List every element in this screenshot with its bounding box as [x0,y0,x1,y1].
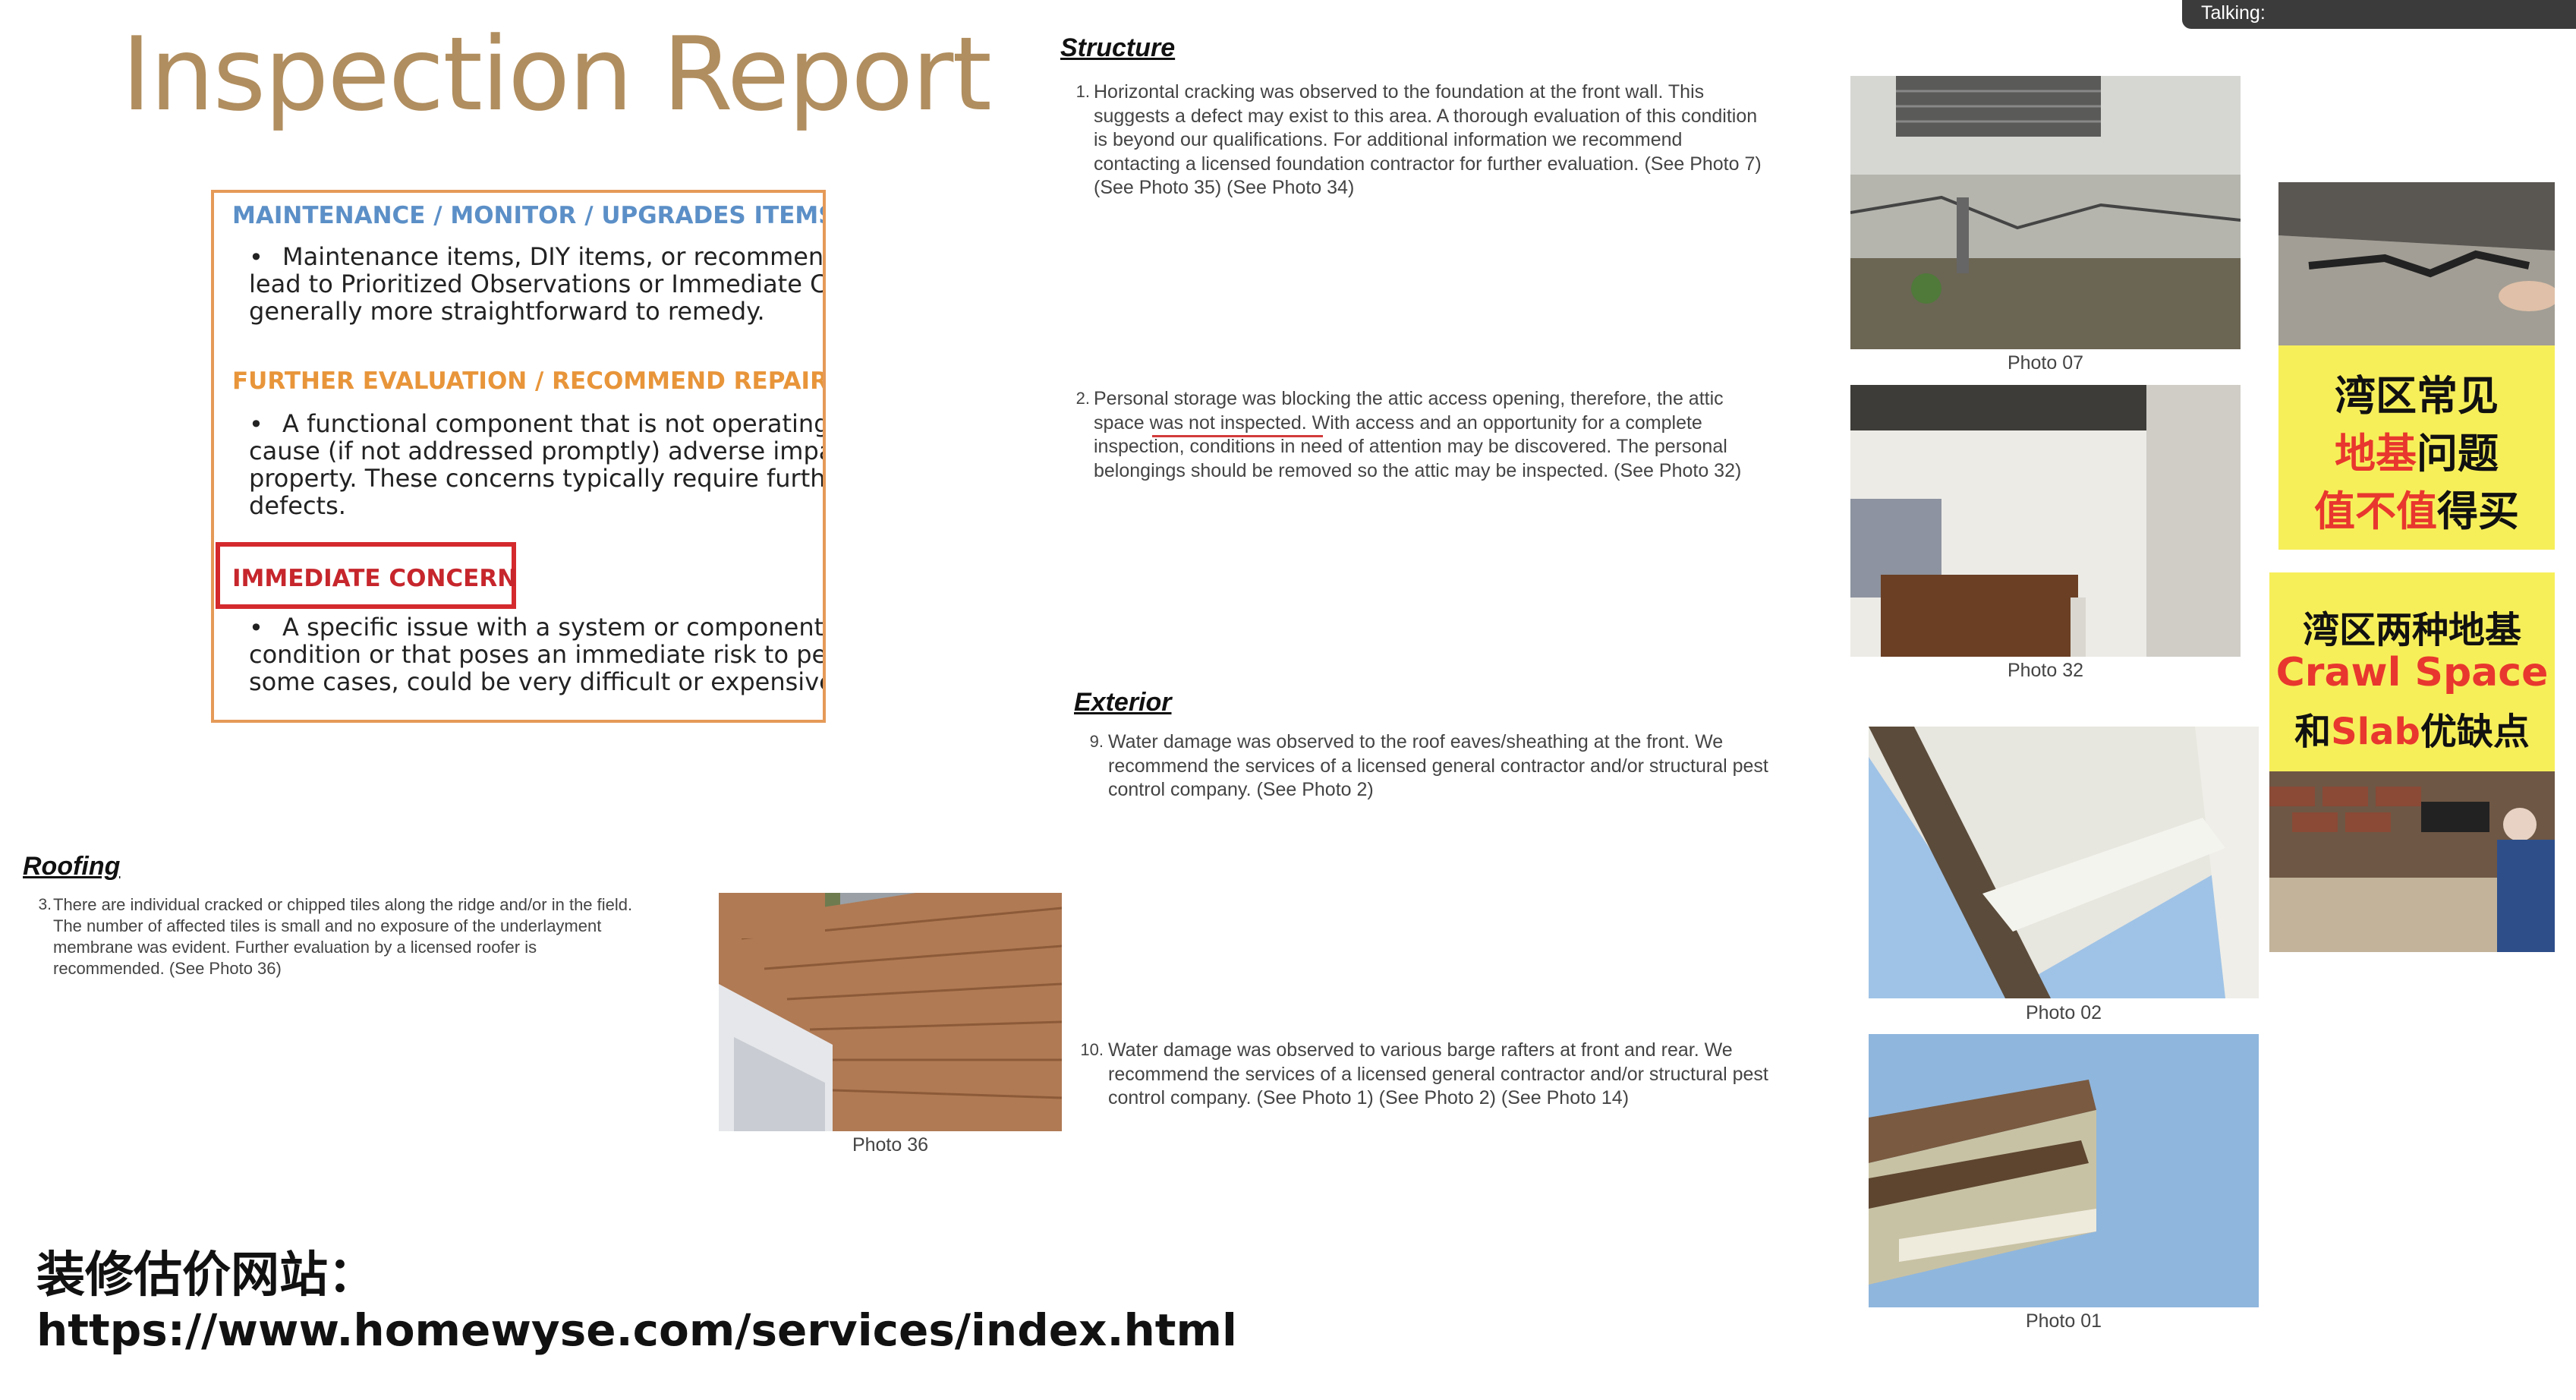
thumbnail-2-line-3-c: 优缺点 [2420,711,2530,753]
exterior-item-9-number: 9. [1089,732,1104,751]
thumbnail-2-line-3-b: Slab [2331,711,2420,753]
maintenance-text: Maintenance items, DIY items, or recomme… [249,242,826,326]
thumbnail-1-text-panel: 湾区常见 地基问题 值不值得买 [2278,345,2555,550]
thumbnail-1-line-3: 值不值得买 [2278,478,2555,538]
further-evaluation-text: A functional component that is not opera… [249,409,826,520]
report-title: Inspection Report [121,15,992,134]
structure-item-1-number: 1. [1075,82,1090,101]
immediate-concern-text: A specific issue with a system or compon… [249,613,826,696]
severity-legend-box: MAINTENANCE / MONITOR / UPGRADES ITEMS •… [211,190,826,723]
photo-07-caption: Photo 07 [2007,352,2084,374]
cost-estimate-site-url: https://www.homewyse.com/services/index.… [36,1304,1237,1356]
photo-01-caption: Photo 01 [2025,1310,2102,1332]
photo-01-barge-rafters [1869,1034,2259,1307]
thumbnail-2-line-2: Crawl Space [2275,650,2549,695]
thumbnail-2-line-3: 和Slab优缺点 [2269,702,2555,755]
exterior-heading: Exterior [1074,688,1172,717]
thumbnail-1-line-1: 湾区常见 [2335,372,2499,420]
video-thumbnail-crawlspace-slab[interactable]: 湾区两种地基 Crawl Space 和Slab优缺点 [2269,572,2555,952]
exterior-item-10-text: Water damage was observed to various bar… [1108,1039,1768,1108]
further-evaluation-heading: FURTHER EVALUATION / RECOMMEND REPAIR [232,367,826,395]
thumbnail-1-line-3-red: 值不值 [2314,487,2437,535]
video-thumbnail-foundation-issues[interactable]: 湾区常见 地基问题 值不值得买 [2278,182,2555,550]
maintenance-heading: MAINTENANCE / MONITOR / UPGRADES ITEMS [232,202,826,229]
thumbnail-1-line-2-red: 地基 [2335,430,2417,478]
photo-32-attic [1850,385,2241,657]
photo-02-caption: Photo 02 [2025,1002,2102,1023]
photo-07-foundation [1850,76,2241,349]
annotation-underline [1152,435,1323,437]
exterior-item-10-number: 10. [1080,1040,1104,1059]
structure-item-1-text: Horizontal cracking was observed to the … [1094,81,1762,198]
roofing-item-number: 3. [38,896,52,913]
immediate-concern-heading: IMMEDIATE CONCERN [232,565,518,592]
photo-36-roof [719,893,1062,1131]
roofing-heading: Roofing [23,852,121,881]
structure-heading: Structure [1060,33,1176,62]
thumbnail-1-line-3-black: 得买 [2437,487,2519,535]
talking-label: Talking: [2201,2,2266,24]
thumbnail-1-line-2: 地基问题 [2278,420,2555,480]
thumbnail-1-line-2-black: 问题 [2417,430,2499,478]
talking-indicator-bar: Talking: [2182,0,2576,29]
thumbnail-2-text-panel: 湾区两种地基 Crawl Space 和Slab优缺点 [2269,572,2555,771]
photo-02-eaves [1869,727,2259,998]
thumbnail-2-line-3-a: 和 [2294,711,2332,753]
photo-36-caption: Photo 36 [852,1134,929,1156]
thumbnail-2-line-1: 湾区两种地基 [2302,609,2521,651]
structure-item-2-number: 2. [1075,389,1090,408]
thumbnail-2-photo [2269,771,2555,952]
cost-estimate-site-label: 装修估价网站： [36,1247,376,1304]
roofing-item-text: There are individual cracked or chipped … [53,895,633,978]
photo-32-caption: Photo 32 [2007,660,2084,681]
thumbnail-1-photo [2278,182,2555,345]
exterior-item-9-text: Water damage was observed to the roof ea… [1108,731,1768,800]
